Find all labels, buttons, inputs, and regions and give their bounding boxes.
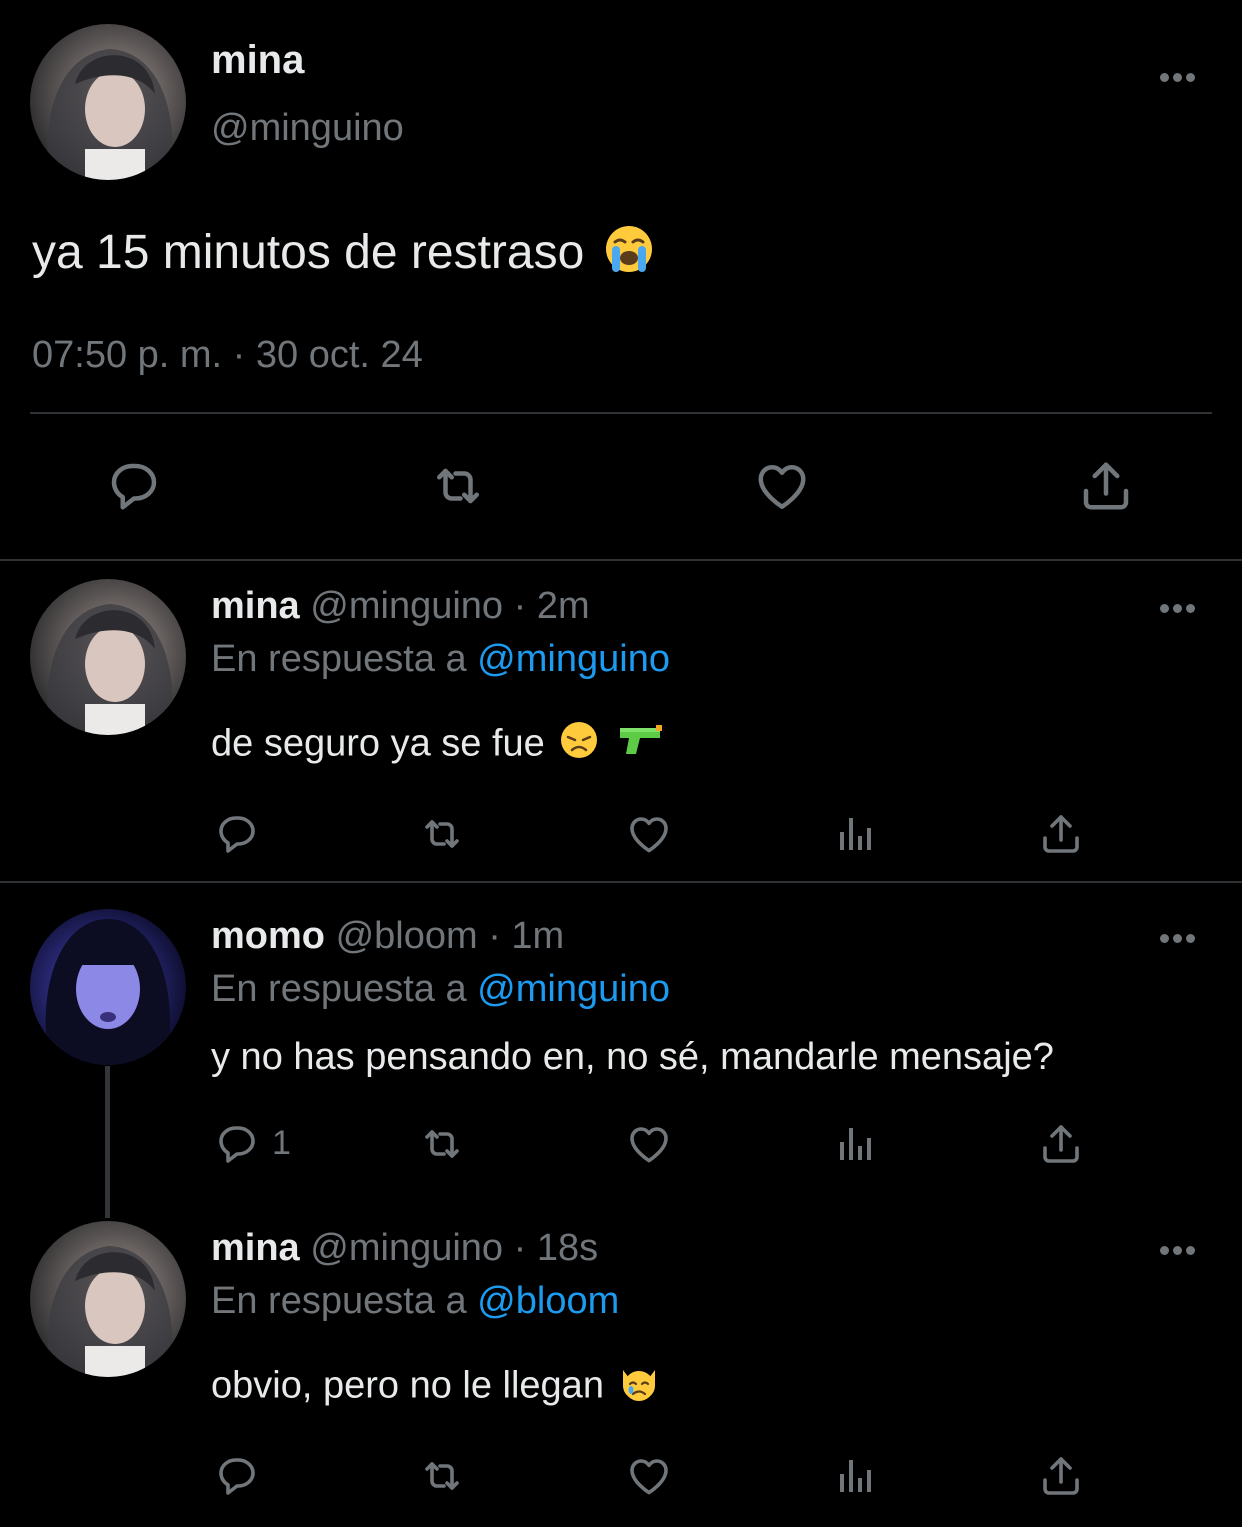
more-icon[interactable] xyxy=(1160,1242,1200,1255)
views-icon[interactable] xyxy=(832,810,880,858)
reply-text-row: obvio, pero no le llegan xyxy=(211,1362,659,1413)
author-handle[interactable]: @minguino xyxy=(310,1227,503,1269)
retweet-icon[interactable] xyxy=(428,456,488,516)
crying-cat-face-icon xyxy=(619,1362,659,1413)
like-icon[interactable] xyxy=(625,810,673,858)
reply-prefix: En respuesta a xyxy=(211,638,467,680)
reply-to-link[interactable]: @minguino xyxy=(477,968,670,1010)
reply-text: y no has pensando en, no sé, mandarle me… xyxy=(211,1036,1054,1078)
tweet-text-row: ya 15 minutos de restraso xyxy=(32,224,654,287)
avatar-mina[interactable] xyxy=(30,24,186,180)
reply-count: 1 xyxy=(272,1124,291,1162)
reply-prefix: En respuesta a xyxy=(211,1280,467,1322)
avatar-mina[interactable] xyxy=(30,1221,186,1377)
water-pistol-icon xyxy=(618,722,664,769)
reply-text-row: de seguro ya se fue xyxy=(211,720,664,771)
more-icon[interactable] xyxy=(1160,930,1200,943)
reply-icon[interactable] xyxy=(213,1120,261,1168)
reply-header: mina @minguino · 2m xyxy=(211,583,590,629)
reply-context: En respuesta a @bloom xyxy=(211,1278,619,1324)
reply-icon[interactable] xyxy=(213,810,261,858)
like-icon[interactable] xyxy=(625,1452,673,1500)
disappointed-face-icon xyxy=(559,720,599,771)
author-name[interactable]: momo xyxy=(211,915,325,957)
share-icon[interactable] xyxy=(1037,1452,1085,1500)
author-handle[interactable]: @minguino xyxy=(211,107,404,150)
loudly-crying-face-icon xyxy=(604,224,654,287)
reply-time[interactable]: · 1m xyxy=(488,915,564,957)
reply-text: de seguro ya se fue xyxy=(211,722,545,765)
author-handle[interactable]: @minguino xyxy=(310,585,503,627)
divider xyxy=(0,881,1242,883)
thread-connector xyxy=(105,1066,110,1218)
divider xyxy=(0,559,1242,561)
reply-context: En respuesta a @minguino xyxy=(211,966,670,1012)
share-icon[interactable] xyxy=(1037,1120,1085,1168)
tweet-timestamp[interactable]: 07:50 p. m. · 30 oct. 24 xyxy=(32,334,423,377)
retweet-icon[interactable] xyxy=(418,1120,466,1168)
reply-icon[interactable] xyxy=(213,1452,261,1500)
more-icon[interactable] xyxy=(1160,600,1200,613)
avatar-momo[interactable] xyxy=(30,909,186,1065)
views-icon[interactable] xyxy=(832,1120,880,1168)
retweet-icon[interactable] xyxy=(418,810,466,858)
author-name[interactable]: mina xyxy=(211,1227,300,1269)
reply-to-link[interactable]: @minguino xyxy=(477,638,670,680)
author-handle[interactable]: @bloom xyxy=(336,915,478,957)
like-icon[interactable] xyxy=(752,456,812,516)
views-icon[interactable] xyxy=(832,1452,880,1500)
reply-header: mina @minguino · 18s xyxy=(211,1225,598,1271)
reply-to-link[interactable]: @bloom xyxy=(477,1280,619,1322)
reply-context: En respuesta a @minguino xyxy=(211,636,670,682)
reply-icon[interactable] xyxy=(104,456,164,516)
reply-text: obvio, pero no le llegan xyxy=(211,1364,604,1407)
reply-prefix: En respuesta a xyxy=(211,968,467,1010)
timestamp-divider xyxy=(30,412,1212,414)
reply-time[interactable]: · 18s xyxy=(514,1227,598,1269)
like-icon[interactable] xyxy=(625,1120,673,1168)
more-icon[interactable] xyxy=(1160,69,1200,82)
tweet-text: ya 15 minutos de restraso xyxy=(32,226,585,280)
retweet-icon[interactable] xyxy=(418,1452,466,1500)
author-name[interactable]: mina xyxy=(211,38,304,83)
share-icon[interactable] xyxy=(1037,810,1085,858)
reply-time[interactable]: · 2m xyxy=(514,585,590,627)
author-name[interactable]: mina xyxy=(211,585,300,627)
avatar-mina[interactable] xyxy=(30,579,186,735)
share-icon[interactable] xyxy=(1076,456,1136,516)
reply-header: momo @bloom · 1m xyxy=(211,913,564,959)
